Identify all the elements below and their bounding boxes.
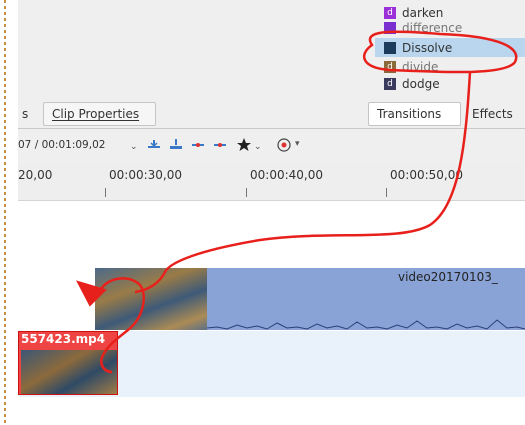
blend-mode-label: divide: [402, 59, 439, 74]
timeline-ruler[interactable]: 20,00 00:00:30,00 00:00:40,00 00:00:50,0…: [18, 164, 525, 201]
audio-waveform: [207, 319, 525, 330]
clip-thumbnail: [95, 268, 207, 330]
blend-mode-icon: [384, 21, 396, 34]
clip-thumbnail: [21, 350, 117, 394]
tab-label: Transitions: [377, 107, 442, 121]
blend-mode-label: Dissolve: [402, 40, 453, 55]
timeline-toolbar: 07 / 00:01:09,02 ⌄ ⌄ ▾: [18, 132, 525, 162]
video-editor-window: d darken difference Dissolve d divide d …: [18, 0, 525, 425]
chevron-down-icon[interactable]: ⌄: [254, 142, 262, 152]
blend-mode-icon: d: [384, 6, 396, 19]
ruler-label: 00:00:40,00: [250, 168, 323, 182]
blend-mode-item[interactable]: d divide: [375, 58, 525, 75]
blend-mode-list[interactable]: d darken difference Dissolve d divide d …: [375, 4, 525, 91]
timeline-clip-selected[interactable]: 557423.mp4: [18, 331, 118, 395]
record-icon[interactable]: [276, 137, 292, 153]
tab-label: Clip Properties: [52, 107, 140, 121]
timecode-display: 07 / 00:01:09,02: [18, 139, 106, 151]
extract-icon[interactable]: [190, 137, 206, 153]
screenshot-frame: d darken difference Dissolve d divide d …: [0, 0, 525, 425]
tab-transitions[interactable]: Transitions: [368, 102, 461, 126]
blend-mode-item[interactable]: d dodge: [375, 75, 525, 92]
ruler-label: 00:00:30,00: [109, 168, 182, 182]
tab-label: Effects: [472, 107, 513, 121]
overwrite-zone-icon[interactable]: [168, 137, 184, 153]
blend-mode-icon: d: [384, 77, 396, 90]
tab-label: s: [22, 107, 29, 121]
tab-effects[interactable]: Effects: [464, 102, 524, 126]
clip-name: 557423.mp4: [21, 332, 106, 346]
clip-name: video20170103_: [398, 270, 498, 284]
blend-mode-icon: d: [384, 60, 396, 73]
blend-mode-label: dodge: [402, 76, 440, 91]
tab-partial[interactable]: s: [18, 102, 32, 126]
timeline-clip-main[interactable]: video20170103_: [95, 268, 525, 330]
tab-clip-properties[interactable]: Clip Properties: [43, 102, 156, 126]
blend-mode-icon: [384, 41, 396, 54]
ruler-tick: [386, 188, 387, 197]
star-icon[interactable]: [236, 137, 252, 153]
blend-mode-label: difference: [402, 20, 463, 35]
lift-icon[interactable]: [212, 137, 228, 153]
blend-mode-item-selected[interactable]: Dissolve: [375, 38, 525, 57]
blend-mode-item[interactable]: difference: [375, 19, 525, 36]
ruler-label: 20,00: [18, 168, 53, 182]
insert-zone-icon[interactable]: [146, 137, 162, 153]
chevron-down-icon[interactable]: ⌄: [130, 142, 138, 152]
ruler-tick: [246, 188, 247, 197]
timeline-track-bottom[interactable]: [18, 397, 525, 425]
ruler-label: 00:00:50,00: [390, 168, 463, 182]
dock-tab-bar: s Clip Properties Transitions Effects: [18, 100, 525, 129]
timeline-track-empty[interactable]: [18, 201, 525, 263]
caret-down-icon[interactable]: ▾: [295, 139, 300, 149]
ruler-tick: [105, 188, 106, 197]
page-margin: [0, 0, 18, 425]
blend-mode-label: darken: [402, 5, 444, 20]
dotted-divider: [4, 0, 6, 425]
